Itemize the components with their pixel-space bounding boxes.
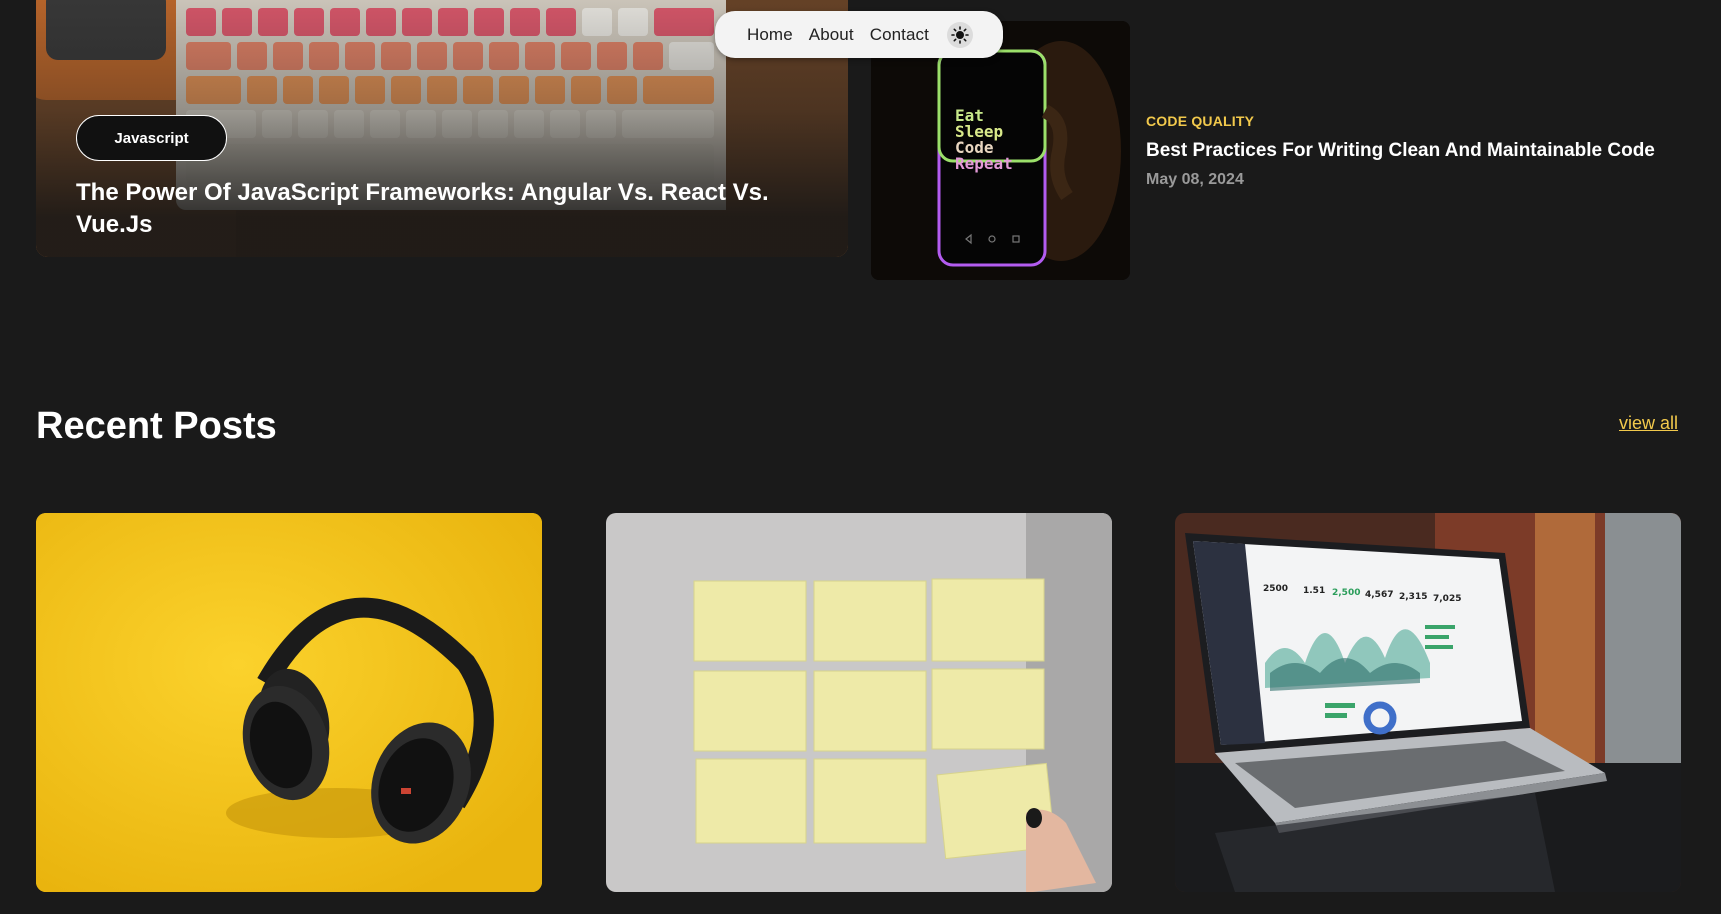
- theme-toggle-button[interactable]: [946, 21, 973, 48]
- headphones-image: [36, 513, 542, 892]
- main-nav: Home About Contact: [715, 11, 1003, 58]
- featured-category-tag[interactable]: Javascript: [76, 115, 227, 161]
- sticky-notes-image: [606, 513, 1112, 892]
- screen-value-2: 1.51: [1303, 586, 1325, 596]
- recent-post-card[interactable]: [606, 513, 1112, 892]
- nav-about[interactable]: About: [809, 25, 854, 45]
- screen-value-1: 2500: [1263, 584, 1288, 594]
- side-post-category[interactable]: CODE QUALITY: [1146, 113, 1254, 129]
- view-all-link[interactable]: view all: [1619, 413, 1678, 434]
- side-post-date: May 08, 2024: [1146, 171, 1244, 188]
- nav-contact[interactable]: Contact: [870, 25, 929, 45]
- featured-post-title[interactable]: The Power Of JavaScript Frameworks: Angu…: [76, 177, 796, 241]
- phone-image: Eat Sleep Code Repeat: [871, 21, 1130, 280]
- recent-posts-heading: Recent Posts: [36, 405, 277, 447]
- recent-post-card[interactable]: 2500 1.51 2,500 4,567 2,315 7,025: [1175, 513, 1681, 892]
- page: Home About Contact Javascript The Power …: [0, 0, 1721, 914]
- screen-value-6: 7,025: [1433, 594, 1461, 604]
- screen-value-3: 2,500: [1332, 588, 1360, 598]
- screen-value-4: 4,567: [1365, 590, 1393, 600]
- sun-icon: [951, 25, 969, 44]
- screen-value-5: 2,315: [1399, 592, 1427, 602]
- recent-post-card[interactable]: [36, 513, 542, 892]
- side-post-title[interactable]: Best Practices For Writing Clean And Mai…: [1146, 140, 1686, 162]
- nav-home[interactable]: Home: [747, 25, 793, 45]
- side-post-thumbnail[interactable]: Eat Sleep Code Repeat: [871, 21, 1130, 280]
- laptop-dashboard-image: 2500 1.51 2,500 4,567 2,315 7,025: [1175, 513, 1681, 892]
- phone-text-repeat: Repeat: [955, 154, 1013, 173]
